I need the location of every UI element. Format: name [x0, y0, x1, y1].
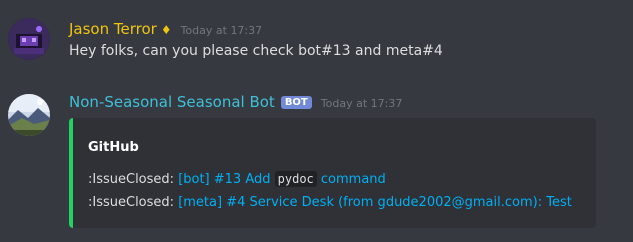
timestamp: Today at 17:37: [180, 24, 263, 37]
bot-avatar[interactable]: [8, 94, 50, 136]
user-avatar[interactable]: [8, 18, 50, 60]
issue-link[interactable]: [meta] #4 Service Desk (from gdude2002@g…: [178, 195, 572, 210]
diamond-icon: ♦: [160, 23, 172, 37]
username[interactable]: Jason Terror: [69, 20, 157, 38]
message-header: Non-Seasonal Seasonal Bot BOT Today at 1…: [69, 93, 402, 111]
inline-code: pydoc: [274, 171, 317, 187]
embed-title: GitHub: [88, 140, 139, 155]
bot-tag: BOT: [280, 96, 312, 109]
timestamp: Today at 17:37: [320, 97, 403, 110]
issue-closed-emoji-text: :IssueClosed:: [88, 172, 179, 187]
message-header: Jason Terror ♦ Today at 17:37: [69, 20, 262, 38]
message: Non-Seasonal Seasonal Bot BOT Today at 1…: [0, 84, 633, 242]
avatar-image-icon: [8, 18, 50, 60]
issue-closed-emoji-text: :IssueClosed:: [88, 195, 179, 210]
username[interactable]: Non-Seasonal Seasonal Bot: [69, 93, 275, 111]
issue-link-text: command: [316, 172, 386, 187]
issue-link-text: [bot] #13 Add: [178, 172, 275, 187]
message: Jason Terror ♦ Today at 17:37 Hey folks,…: [0, 0, 633, 84]
embed-line: :IssueClosed: [bot] #13 Add pydoc comman…: [88, 171, 386, 187]
github-embed: GitHub :IssueClosed: [bot] #13 Add pydoc…: [69, 118, 596, 228]
issue-link[interactable]: [bot] #13 Add pydoc command: [178, 171, 386, 187]
avatar-image-icon: [8, 94, 50, 136]
embed-line: :IssueClosed: [meta] #4 Service Desk (fr…: [88, 195, 572, 210]
chat-messages: Jason Terror ♦ Today at 17:37 Hey folks,…: [0, 0, 633, 242]
message-content: Hey folks, can you please check bot#13 a…: [69, 43, 443, 59]
